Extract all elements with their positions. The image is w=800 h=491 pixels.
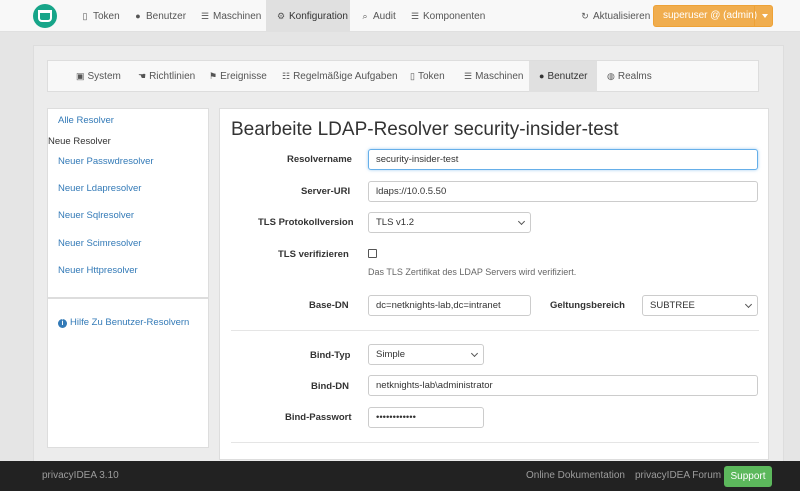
config-tabs: ▣ System ☚ Richtlinien ⚑ Ereignisse ☷ Regelm…	[47, 60, 759, 92]
link-neuer-scimresolver[interactable]: Neuer Scimresolver	[58, 238, 141, 249]
tls-verify-checkbox[interactable]	[368, 249, 377, 258]
tab-regelmaessige-aufgaben[interactable]: ☷ Regelmäßige Aufgaben	[282, 61, 398, 92]
server-icon: ☰	[464, 71, 473, 81]
nav-benutzer[interactable]: ● Benutzer	[133, 0, 186, 32]
user-icon: ●	[539, 71, 545, 81]
footer: privacyIDEA 3.10 Online Dokumentation pr…	[0, 461, 800, 491]
tls-verify-label: TLS verifizieren	[278, 249, 349, 260]
resolver-menu: Alle Resolver Neue Resolver Neuer Passwd…	[47, 108, 209, 298]
nav-audit[interactable]: ⌕ Audit	[360, 0, 395, 32]
help-panel: i Hilfe Zu Benutzer-Resolvern	[47, 298, 209, 448]
tls-version-label: TLS Protokollversion	[258, 217, 354, 228]
bind-dn-input[interactable]: netknights-lab\administrator	[368, 375, 758, 396]
forum-link[interactable]: privacyIDEA Forum	[635, 461, 721, 491]
scope-select[interactable]: SUBTREE	[642, 295, 758, 316]
resolvername-label: Resolvername	[287, 154, 352, 165]
bind-type-label: Bind-Typ	[310, 350, 351, 361]
server-icon: ☰	[410, 11, 420, 21]
server-icon: ☰	[200, 11, 210, 21]
hand-icon: ☚	[138, 71, 147, 81]
nav-token[interactable]: ▯ Token	[80, 0, 120, 32]
link-neuer-ldapresolver[interactable]: Neuer Ldapresolver	[58, 183, 141, 194]
search-icon: ⌕	[362, 11, 368, 21]
link-neuer-passwdresolver[interactable]: Neuer Passwdresolver	[58, 156, 154, 167]
privacyidea-logo[interactable]	[33, 4, 57, 28]
chevron-down-icon	[744, 300, 753, 309]
bind-type-select[interactable]: Simple	[368, 344, 484, 365]
base-dn-label: Base-DN	[309, 300, 349, 311]
tab-ereignisse[interactable]: ⚑ Ereignisse	[209, 61, 267, 92]
support-button[interactable]: Support	[724, 466, 772, 487]
link-alle-resolver[interactable]: Alle Resolver	[58, 115, 114, 126]
link-neuer-httpresolver[interactable]: Neuer Httpresolver	[58, 265, 138, 276]
bind-dn-label: Bind-DN	[311, 381, 349, 392]
tls-version-select[interactable]: TLS v1.2	[368, 212, 531, 233]
nav-komponenten[interactable]: ☰ Komponenten	[410, 0, 485, 32]
phone-icon: ▯	[82, 11, 88, 21]
version-text: privacyIDEA 3.10	[42, 470, 119, 481]
tab-benutzer[interactable]: ● Benutzer	[529, 61, 597, 92]
refresh-button[interactable]: ↻ Aktualisieren	[580, 0, 650, 32]
refresh-icon: ↻	[581, 11, 589, 21]
flag-icon: ⚑	[209, 71, 218, 81]
tab-maschinen[interactable]: ☰ Maschinen	[464, 61, 523, 92]
bind-password-input[interactable]: ••••••••••••	[368, 407, 484, 428]
ldap-resolver-form: Bearbeite LDAP-Resolver security-insider…	[219, 108, 769, 460]
tab-realms[interactable]: ◍ Realms	[607, 61, 652, 92]
bank-icon: ▣	[76, 71, 85, 81]
bind-password-label: Bind-Passwort	[285, 412, 352, 423]
globe-icon: ◍	[607, 71, 615, 81]
chevron-down-icon	[517, 217, 526, 226]
gear-icon: ⚙	[276, 11, 286, 21]
divider	[231, 330, 759, 331]
link-hilfe[interactable]: i Hilfe Zu Benutzer-Resolvern	[58, 317, 189, 328]
phone-icon: ▯	[410, 71, 415, 81]
tls-verify-help: Das TLS Zertifikat des LDAP Servers wird…	[368, 267, 577, 277]
chevron-down-icon	[470, 349, 479, 358]
info-icon: i	[58, 319, 67, 328]
tab-token[interactable]: ▯ Token	[410, 61, 445, 92]
user-icon: ●	[135, 11, 141, 21]
tab-system[interactable]: ▣ System	[76, 61, 121, 92]
page-title: Bearbeite LDAP-Resolver security-insider…	[231, 119, 619, 140]
user-menu-button[interactable]: superuser @ (admin)	[653, 5, 773, 27]
server-uri-input[interactable]: ldaps://10.0.5.50	[368, 181, 758, 202]
new-resolver-heading: Neue Resolver	[48, 136, 111, 147]
resolvername-input[interactable]: security-insider-test	[368, 149, 758, 170]
divider	[231, 442, 759, 443]
nav-maschinen[interactable]: ☰ Maschinen	[200, 0, 261, 32]
list-icon: ☷	[282, 71, 291, 81]
docs-link[interactable]: Online Dokumentation	[526, 461, 625, 491]
server-uri-label: Server-URI	[301, 186, 351, 197]
top-navbar: ▯ Token ● Benutzer ☰ Maschinen ⚙ Konfigurati…	[0, 0, 800, 32]
scope-label: Geltungsbereich	[550, 300, 625, 311]
caret-down-icon	[762, 14, 768, 18]
nav-konfiguration[interactable]: ⚙ Konfiguration	[266, 0, 350, 32]
resolver-sidebar: Alle Resolver Neue Resolver Neuer Passwd…	[47, 108, 209, 460]
tab-richtlinien[interactable]: ☚ Richtlinien	[138, 61, 195, 92]
base-dn-input[interactable]: dc=netknights-lab,dc=intranet	[368, 295, 531, 316]
link-neuer-sqlresolver[interactable]: Neuer Sqlresolver	[58, 210, 134, 221]
